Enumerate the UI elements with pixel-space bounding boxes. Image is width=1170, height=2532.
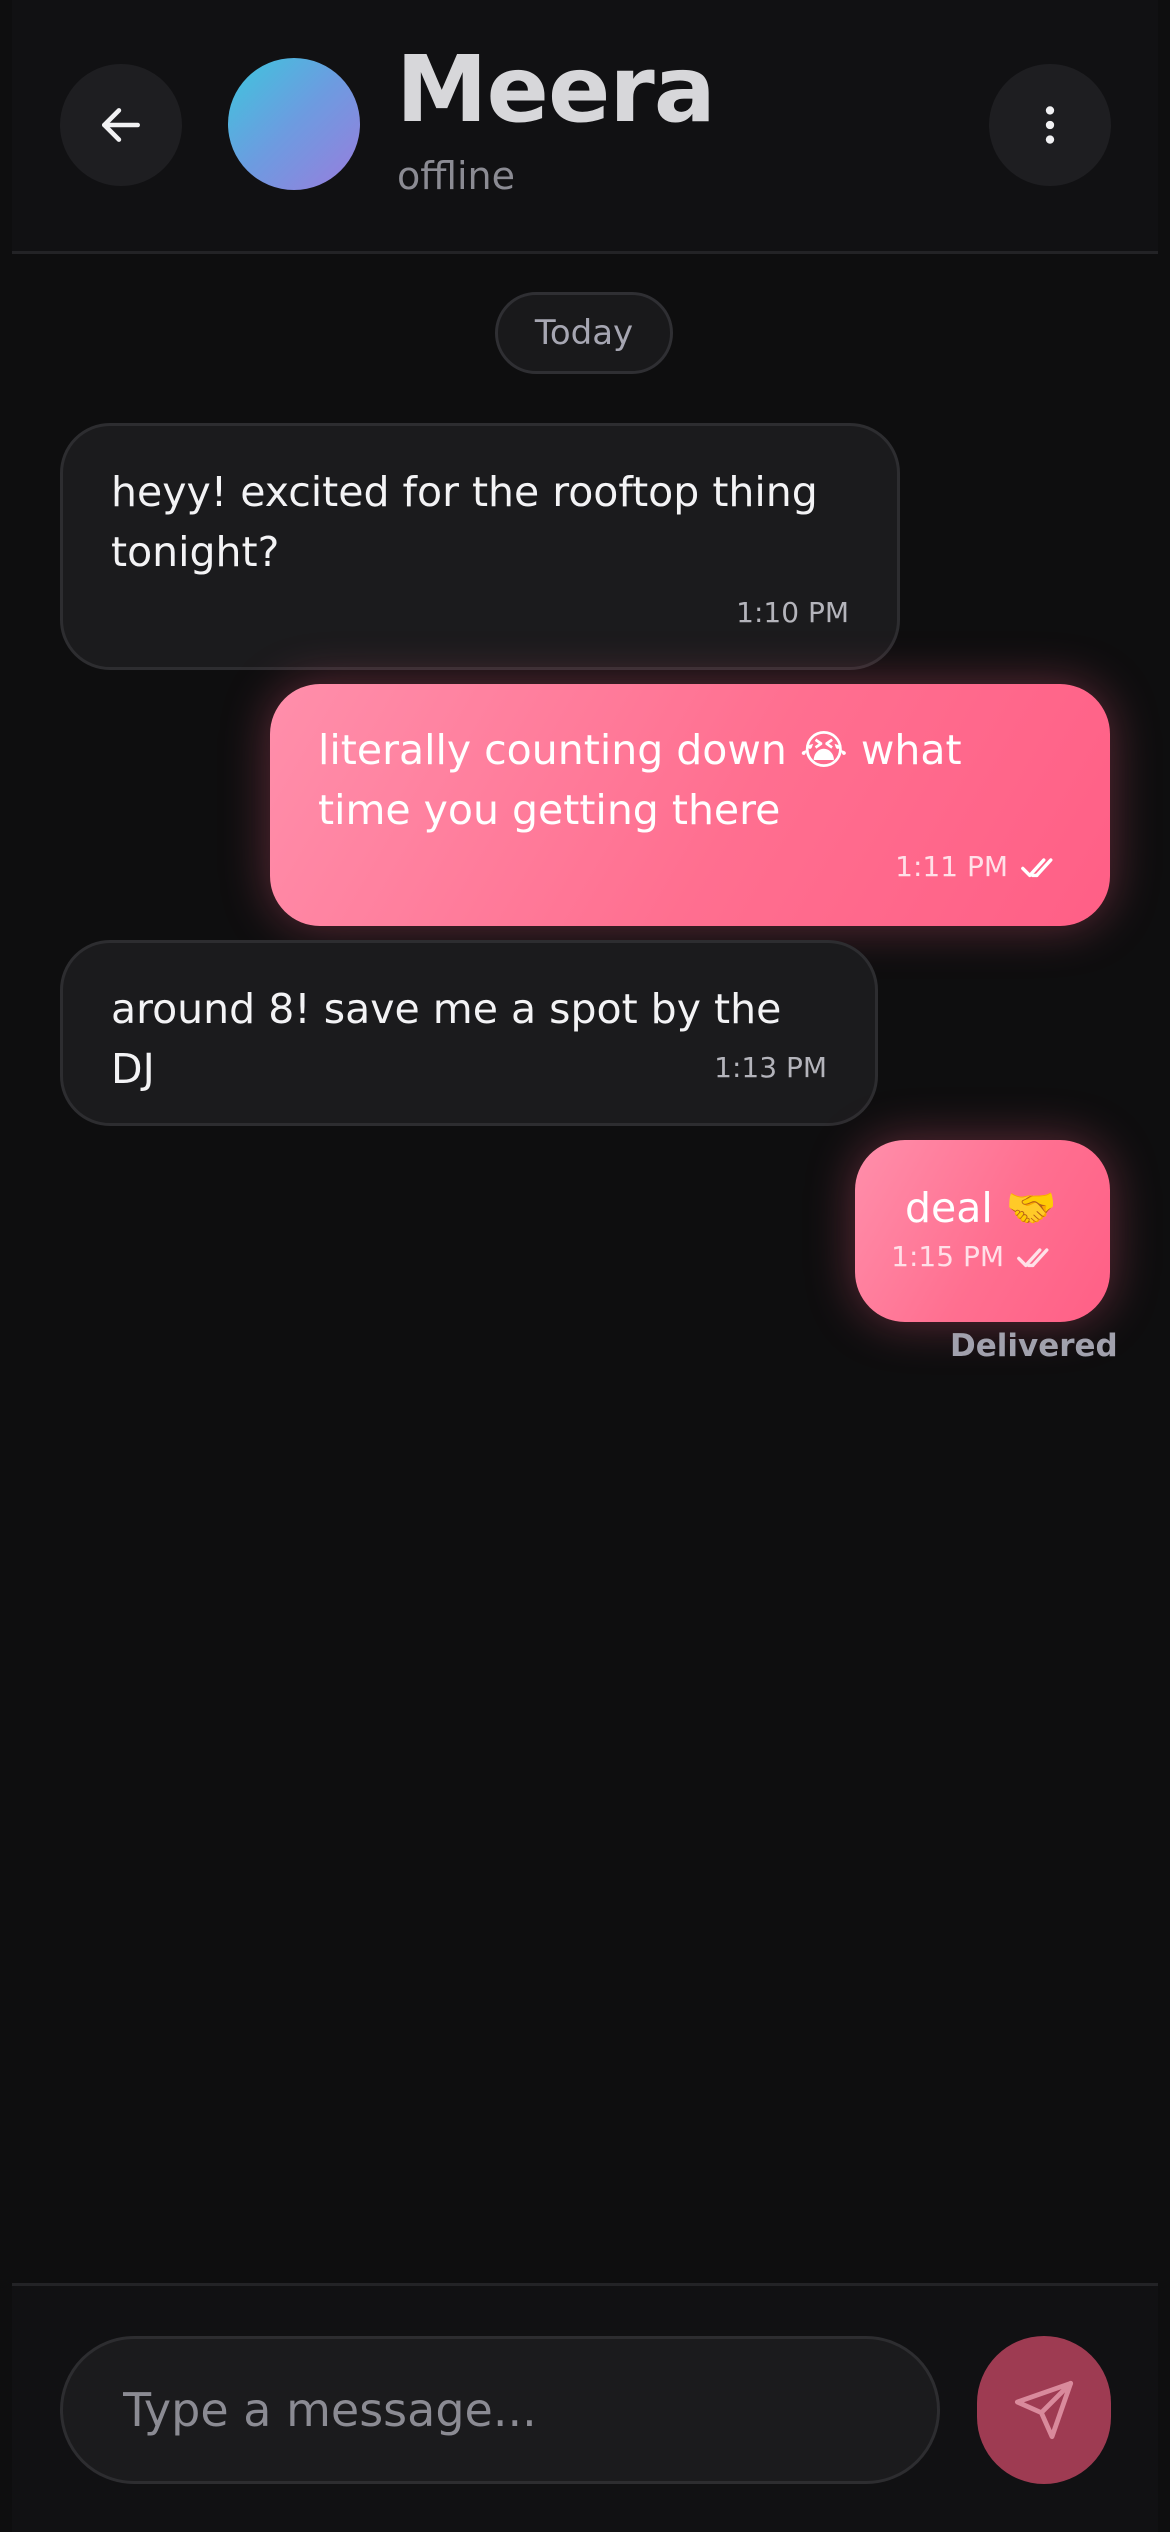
more-options-button[interactable]	[989, 64, 1111, 186]
message-time: 1:11 PM	[895, 850, 1008, 883]
contact-status: offline	[397, 154, 516, 198]
message-bubble-outgoing[interactable]: literally counting down 😭 what time you …	[270, 684, 1110, 926]
message-time: 1:10 PM	[736, 596, 849, 629]
message-text: literally counting down 😭 what time you …	[318, 726, 962, 834]
message-meta: 1:11 PM	[895, 850, 1062, 883]
delivery-status: Delivered	[950, 1328, 1118, 1364]
message-text: heyy! excited for the rooftop thing toni…	[111, 468, 818, 576]
message-meta: 1:13 PM	[714, 1051, 827, 1084]
double-check-icon	[1017, 1247, 1049, 1267]
message-time: 1:15 PM	[891, 1240, 1004, 1273]
avatar[interactable]	[228, 58, 360, 190]
arrow-left-icon	[102, 108, 140, 142]
double-check-icon	[1021, 857, 1053, 877]
chat-screen: Meera offline Today heyy! excited for th…	[0, 0, 1170, 2532]
back-button[interactable]	[60, 64, 182, 186]
message-meta: 1:10 PM	[736, 596, 849, 629]
message-text: deal 🤝	[905, 1184, 1057, 1232]
message-meta: 1:15 PM	[891, 1240, 1058, 1273]
send-button[interactable]	[977, 2336, 1111, 2484]
message-bubble-outgoing[interactable]: deal 🤝 1:15 PM	[855, 1140, 1110, 1322]
chat-header: Meera offline	[12, 0, 1158, 254]
message-bubble-incoming[interactable]: around 8! save me a spot by the DJ 1:13 …	[60, 940, 878, 1126]
more-vertical-icon	[1045, 106, 1055, 144]
message-composer	[12, 2283, 1158, 2532]
message-bubble-incoming[interactable]: heyy! excited for the rooftop thing toni…	[60, 423, 900, 670]
message-input[interactable]	[60, 2336, 940, 2484]
message-time: 1:13 PM	[714, 1051, 827, 1084]
send-icon	[1014, 2380, 1074, 2440]
date-divider: Today	[495, 292, 673, 374]
contact-name: Meera	[396, 36, 716, 143]
